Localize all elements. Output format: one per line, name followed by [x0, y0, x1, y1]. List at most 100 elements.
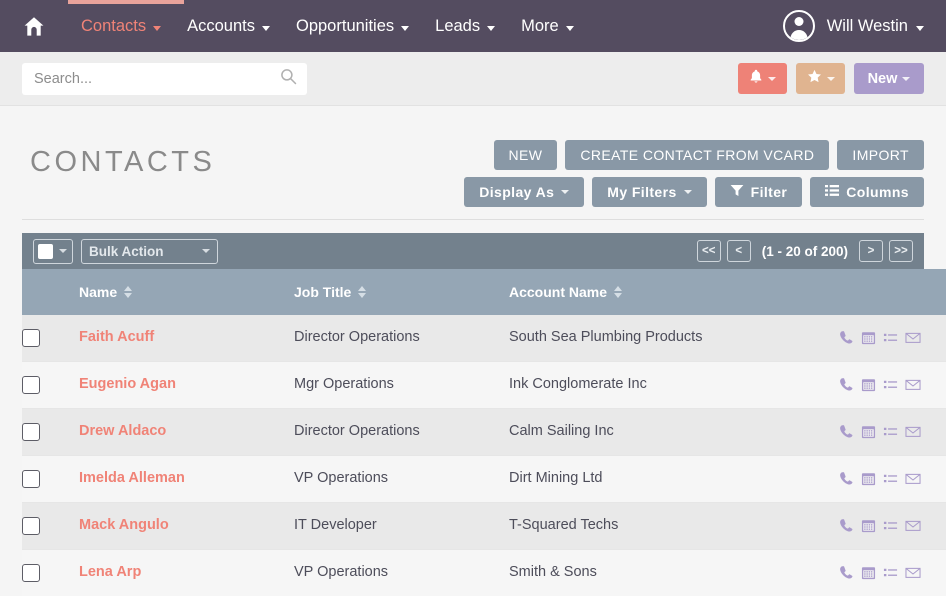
alerts-button[interactable]	[738, 63, 787, 94]
contact-name-link[interactable]: Imelda Alleman	[79, 470, 185, 486]
list-icon[interactable]	[883, 377, 898, 392]
contact-name-link[interactable]: Drew Aldaco	[79, 423, 166, 439]
funnel-icon	[730, 184, 744, 200]
page-actions: NEW CREATE CONTACT FROM VCARD IMPORT Dis…	[464, 132, 924, 207]
secondary-action-row: Display As My Filters Filter Columns	[464, 177, 924, 207]
filter-button[interactable]: Filter	[714, 177, 803, 207]
nav-item-label: Accounts	[187, 16, 255, 35]
contact-name-link[interactable]: Faith Acuff	[79, 329, 154, 345]
list-icon[interactable]	[883, 471, 898, 486]
create-contact-from-vcard-button[interactable]: CREATE CONTACT FROM VCARD	[565, 140, 830, 170]
favorites-button[interactable]	[796, 63, 845, 94]
row-checkbox-cell	[22, 455, 79, 503]
job-title-column-header[interactable]: Job Title	[294, 269, 509, 315]
active-tab-accent-bar	[68, 0, 184, 4]
last-page-button[interactable]: >>	[889, 240, 913, 262]
table-row: Lena Arp VP Operations Smith & Sons	[22, 549, 946, 596]
user-avatar-icon[interactable]	[782, 10, 815, 42]
import-button[interactable]: IMPORT	[837, 140, 924, 170]
envelope-icon[interactable]	[905, 330, 921, 345]
nav-item-contacts[interactable]: Contacts	[68, 0, 174, 52]
home-button[interactable]	[0, 0, 68, 52]
new-record-button[interactable]: New	[854, 63, 924, 94]
phone-icon[interactable]	[839, 565, 854, 580]
row-action-icons	[839, 517, 946, 533]
pagination: << < (1 - 20 of 200) > >>	[696, 240, 913, 262]
new-record-label: New	[867, 70, 898, 87]
bulk-action-bar: Bulk Action << < (1 - 20 of 200) > >>	[22, 233, 924, 269]
table-row: Eugenio Agan Mgr Operations Ink Conglomera…	[22, 361, 946, 409]
chevron-down-icon	[683, 190, 692, 194]
user-name-label: Will Westin	[826, 16, 908, 35]
chevron-down-icon	[902, 76, 911, 81]
row-checkbox[interactable]	[22, 423, 40, 441]
chevron-down-icon	[565, 25, 574, 31]
account-name-column-header[interactable]: Account Name	[509, 269, 839, 315]
list-icon[interactable]	[883, 518, 898, 533]
phone-icon[interactable]	[839, 330, 854, 345]
sort-icon[interactable]	[124, 286, 133, 298]
row-job-title-cell: IT Developer	[294, 502, 509, 550]
phone-icon[interactable]	[839, 424, 854, 439]
nav-item-opportunities[interactable]: Opportunities	[283, 0, 422, 52]
list-icon[interactable]	[883, 424, 898, 439]
row-checkbox[interactable]	[22, 329, 40, 347]
bulk-action-select[interactable]: Bulk Action	[81, 238, 218, 264]
calendar-icon[interactable]	[861, 330, 876, 345]
calendar-icon[interactable]	[861, 518, 876, 533]
sort-icon[interactable]	[614, 286, 623, 298]
row-checkbox[interactable]	[22, 517, 40, 535]
previous-page-button[interactable]: <	[726, 240, 751, 262]
list-icon[interactable]	[883, 565, 898, 580]
nav-item-leads[interactable]: Leads	[422, 0, 508, 52]
envelope-icon[interactable]	[905, 471, 921, 486]
user-menu[interactable]: Will Westin	[827, 17, 924, 36]
envelope-icon[interactable]	[905, 424, 921, 439]
pagination-count: (1 - 20 of 200)	[761, 243, 848, 259]
phone-icon[interactable]	[839, 377, 854, 392]
phone-icon[interactable]	[839, 518, 854, 533]
new-button[interactable]: NEW	[493, 140, 558, 170]
calendar-icon[interactable]	[861, 424, 876, 439]
envelope-icon[interactable]	[905, 565, 921, 580]
row-name-cell: Drew Aldaco	[79, 408, 294, 456]
first-page-button[interactable]: <<	[696, 240, 721, 262]
list-icon[interactable]	[883, 330, 898, 345]
nav-item-label: Opportunities	[296, 16, 395, 35]
phone-icon[interactable]	[839, 471, 854, 486]
row-job-title-cell: Director Operations	[294, 315, 509, 362]
contact-name-link[interactable]: Eugenio Agan	[79, 376, 176, 392]
name-column-header[interactable]: Name	[79, 269, 294, 315]
chevron-down-icon	[262, 25, 270, 31]
contact-name-link[interactable]: Lena Arp	[79, 564, 141, 580]
table-header: Name Job Title Account Name	[22, 269, 946, 315]
row-checkbox[interactable]	[22, 564, 40, 582]
select-all-checkbox[interactable]	[38, 243, 53, 259]
next-page-button[interactable]: >	[859, 240, 883, 262]
calendar-icon[interactable]	[861, 471, 876, 486]
search-input[interactable]	[22, 62, 307, 95]
row-job-title-cell: VP Operations	[294, 455, 509, 503]
row-action-icons	[839, 329, 946, 345]
row-action-icons	[839, 423, 946, 439]
columns-button[interactable]: Columns	[810, 177, 924, 207]
row-checkbox[interactable]	[22, 376, 40, 394]
avatar-body	[790, 30, 808, 40]
calendar-icon[interactable]	[861, 565, 876, 580]
row-checkbox[interactable]	[22, 470, 40, 488]
row-checkbox-cell	[22, 408, 79, 456]
nav-item-more[interactable]: More	[508, 0, 587, 52]
display-as-button[interactable]: Display As	[464, 177, 585, 207]
nav-item-accounts[interactable]: Accounts	[174, 0, 283, 52]
search-bar: New	[0, 52, 946, 106]
envelope-icon[interactable]	[905, 377, 921, 392]
navbar-right: Will Westin	[782, 10, 946, 42]
envelope-icon[interactable]	[905, 518, 921, 533]
row-name-cell: Faith Acuff	[79, 315, 294, 362]
chevron-down-icon	[401, 25, 410, 31]
my-filters-button[interactable]: My Filters	[592, 177, 707, 207]
select-all-dropdown[interactable]	[33, 238, 73, 264]
sort-icon[interactable]	[358, 286, 367, 298]
calendar-icon[interactable]	[861, 377, 876, 392]
contact-name-link[interactable]: Mack Angulo	[79, 517, 169, 533]
